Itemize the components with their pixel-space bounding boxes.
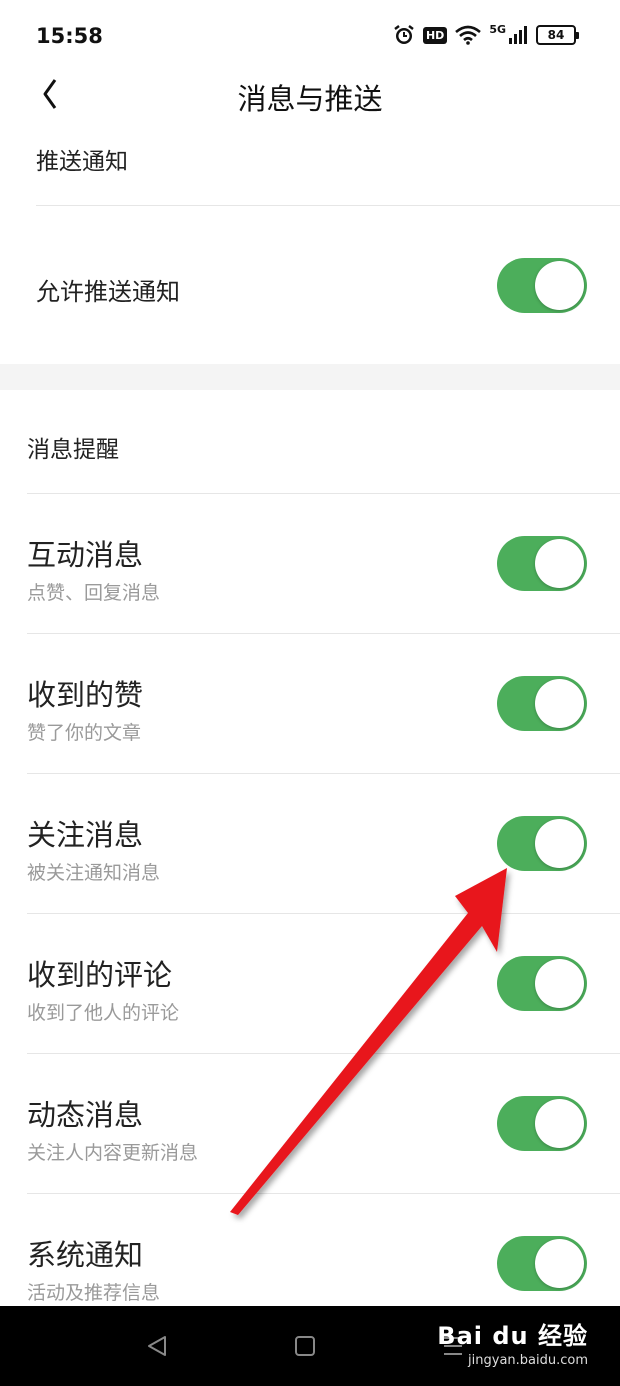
nav-bar: 消息与推送 [0, 66, 620, 126]
list-item-comments[interactable]: 收到的评论 收到了他人的评论 [0, 914, 620, 1054]
row-title: 系统通知 [27, 1238, 144, 1272]
home-square-icon[interactable] [294, 1335, 316, 1357]
divider [36, 205, 620, 206]
hd-badge: HD [422, 26, 448, 44]
toggle-updates[interactable] [497, 1096, 587, 1151]
watermark-main: Bai du 经验 [437, 1322, 588, 1350]
allow-push-label: 允许推送通知 [36, 278, 180, 306]
list-item-interaction[interactable]: 互动消息 点赞、回复消息 [0, 494, 620, 634]
battery-icon: 84 [536, 25, 579, 45]
allow-push-row[interactable]: 允许推送通知 [0, 215, 620, 355]
toggle-likes[interactable] [497, 676, 587, 731]
row-title: 收到的赞 [27, 678, 144, 712]
system-nav-bar: Bai du 经验 jingyan.baidu.com [0, 1306, 620, 1386]
row-subtitle: 收到了他人的评论 [27, 1002, 180, 1024]
back-triangle-icon[interactable] [145, 1334, 169, 1358]
wifi-icon [455, 25, 482, 45]
network-type-label: 5G [489, 22, 506, 36]
signal-icon [509, 26, 527, 44]
status-time: 15:58 [36, 24, 103, 48]
toggle-interaction[interactable] [497, 536, 587, 591]
list-item-updates[interactable]: 动态消息 关注人内容更新消息 [0, 1054, 620, 1194]
status-icons: HD 5G 84 [393, 22, 579, 46]
row-title: 动态消息 [27, 1098, 144, 1132]
page-title: 消息与推送 [237, 82, 383, 116]
section-separator [0, 364, 620, 390]
watermark: Bai du 经验 jingyan.baidu.com [437, 1316, 588, 1368]
list-item-system[interactable]: 系统通知 活动及推荐信息 [0, 1194, 620, 1306]
toggle-comments[interactable] [497, 956, 587, 1011]
toggle-system[interactable] [497, 1236, 587, 1291]
row-subtitle: 点赞、回复消息 [27, 582, 161, 604]
watermark-sub: jingyan.baidu.com [468, 1353, 588, 1368]
alarm-icon [394, 25, 414, 44]
reminder-section-heading: 消息提醒 [27, 437, 119, 463]
row-title: 互动消息 [27, 538, 144, 572]
row-subtitle: 被关注通知消息 [27, 862, 161, 884]
list-item-follow[interactable]: 关注消息 被关注通知消息 [0, 774, 620, 914]
row-title: 收到的评论 [27, 958, 173, 992]
allow-push-toggle[interactable] [497, 258, 587, 313]
push-section-heading: 推送通知 [36, 149, 128, 175]
row-title: 关注消息 [27, 818, 144, 852]
row-subtitle: 活动及推荐信息 [27, 1282, 161, 1304]
toggle-follow[interactable] [497, 816, 587, 871]
status-bar: 15:58 HD 5G 84 [0, 0, 620, 72]
list-item-likes[interactable]: 收到的赞 赞了你的文章 [0, 634, 620, 774]
row-subtitle: 关注人内容更新消息 [27, 1142, 199, 1164]
row-subtitle: 赞了你的文章 [27, 722, 142, 744]
